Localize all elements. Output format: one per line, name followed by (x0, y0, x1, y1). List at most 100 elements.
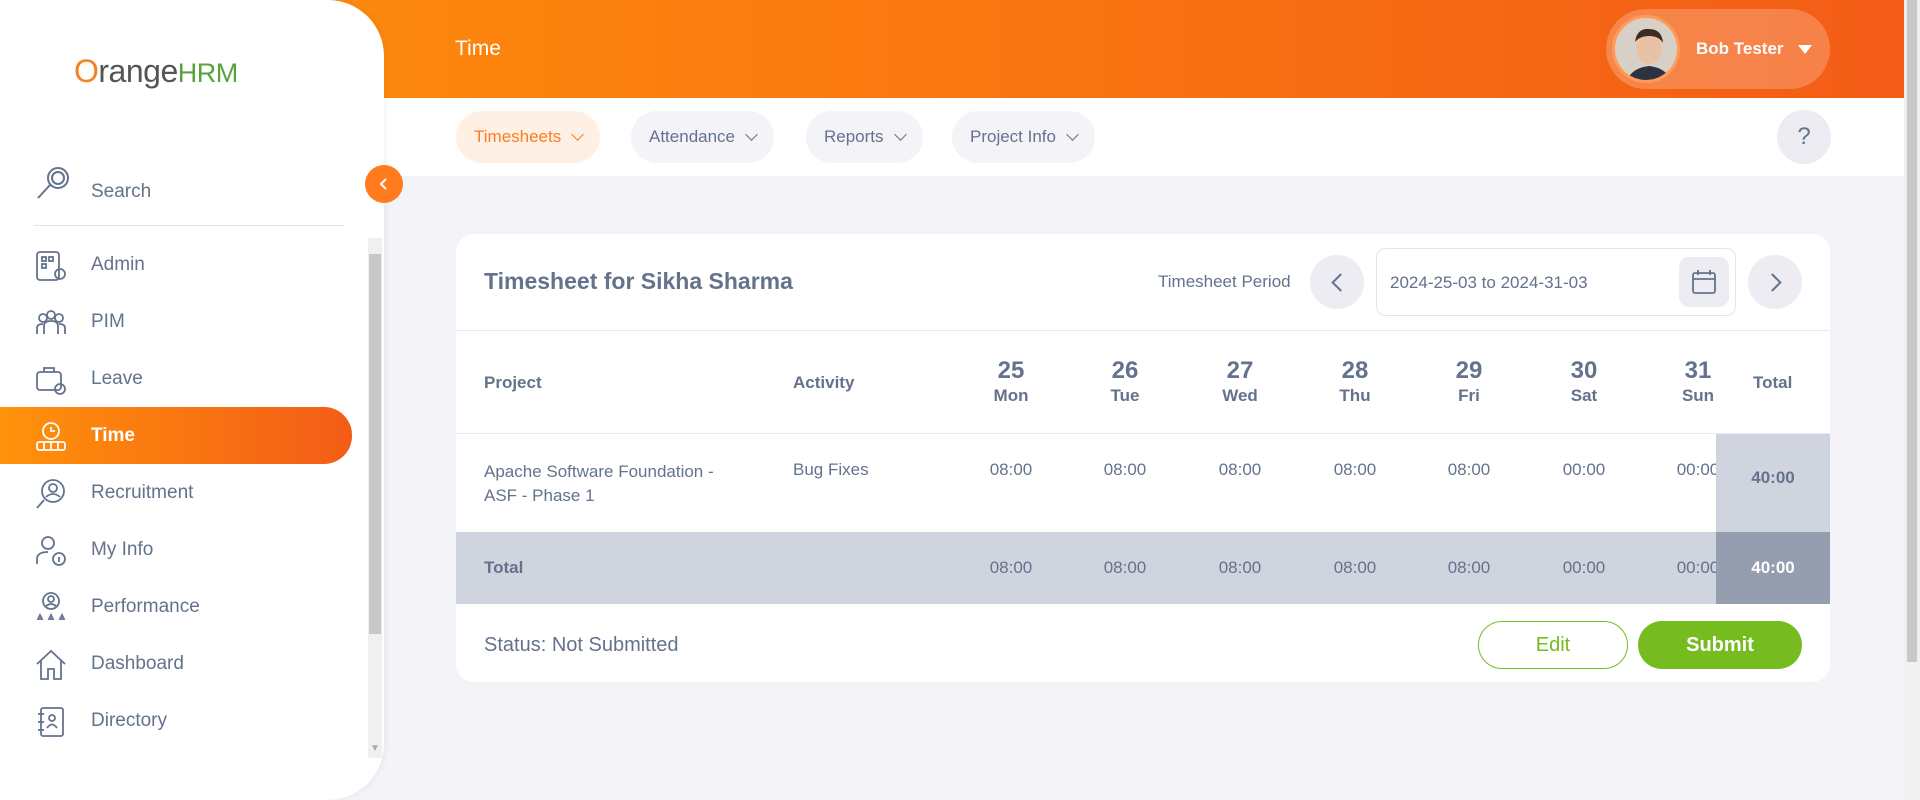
module-title: Time (455, 37, 501, 60)
table-row: Apache Software Foundation - ASF - Phase… (456, 434, 1830, 532)
home-icon (34, 648, 68, 682)
column-day: 28 Thu (1315, 357, 1395, 407)
column-total: Total (1753, 373, 1793, 392)
sidebar-item-time[interactable]: Time (0, 407, 352, 464)
column-project: Project (484, 373, 542, 392)
time-icon (34, 420, 68, 454)
status-text: Status: Not Submitted (484, 634, 679, 656)
column-day: 31 Sun (1658, 357, 1738, 407)
day-name: Mon (993, 386, 1029, 405)
logo-hrm: HRM (177, 57, 239, 88)
chevron-left-icon (1330, 272, 1350, 292)
sidebar-item-label: Time (91, 425, 136, 446)
recruitment-icon (34, 477, 68, 511)
sidebar-search[interactable]: Search (34, 160, 344, 226)
total-hours-cell: 08:00 (1218, 558, 1262, 577)
caret-down-icon (1798, 45, 1812, 54)
chevron-down-icon (745, 128, 758, 141)
help-button[interactable]: ? (1777, 110, 1831, 164)
logo-text: range (98, 52, 178, 89)
chevron-right-icon (1762, 272, 1782, 292)
tab-label: Reports (824, 127, 884, 146)
period-date-field[interactable]: 2024-25-03 to 2024-31-03 (1376, 248, 1736, 316)
search-icon (34, 164, 72, 202)
logo-o: O (74, 52, 99, 89)
sidebar-item-dashboard[interactable]: Dashboard (0, 635, 352, 692)
sidebar: OrangeHRM Search Admin PIM Leave Time Re… (0, 0, 384, 800)
edit-button[interactable]: Edit (1478, 621, 1628, 669)
page-title: Timesheet for Sikha Sharma (484, 268, 793, 294)
sidebar-item-label: Directory (91, 710, 168, 731)
day-name: Fri (1458, 386, 1480, 405)
tab-project-info[interactable]: Project Info (952, 111, 1095, 163)
sidebar-item-label: Performance (91, 596, 200, 617)
project-cell: Apache Software Foundation - ASF - Phase… (484, 460, 714, 508)
sidebar-item-label: Recruitment (91, 482, 194, 503)
sidebar-item-leave[interactable]: Leave (0, 350, 352, 407)
day-name: Thu (1339, 386, 1371, 405)
sidebar-item-pim[interactable]: PIM (0, 293, 352, 350)
sidebar-item-performance[interactable]: Performance (0, 578, 352, 635)
sidebar-item-admin[interactable]: Admin (0, 236, 352, 293)
sidebar-item-label: My Info (91, 539, 154, 560)
total-hours-cell: 08:00 (989, 558, 1033, 577)
column-day: 30 Sat (1544, 357, 1624, 407)
grand-total-cell: 40:00 (1716, 532, 1830, 604)
directory-icon (34, 705, 68, 739)
collapse-sidebar-button[interactable] (365, 165, 403, 203)
column-day: 27 Wed (1200, 357, 1280, 407)
day-number: 31 (1684, 357, 1712, 384)
submit-button[interactable]: Submit (1638, 621, 1802, 669)
next-period-button[interactable] (1748, 255, 1802, 309)
period-label: Timesheet Period (1158, 272, 1291, 291)
sidebar-item-label: Admin (91, 254, 145, 275)
sidebar-item-directory[interactable]: Directory (0, 692, 352, 749)
admin-icon (34, 249, 68, 283)
user-name: Bob Tester (1696, 39, 1784, 58)
hours-cell: 08:00 (989, 460, 1033, 479)
day-number: 28 (1341, 357, 1369, 384)
day-name: Sun (1681, 386, 1715, 405)
top-subnav: Timesheets Attendance Reports Project In… (384, 98, 1904, 176)
tab-timesheets[interactable]: Timesheets (456, 111, 601, 163)
day-name: Wed (1222, 386, 1258, 405)
hours-cell: 08:00 (1333, 460, 1377, 479)
sidebar-item-label: PIM (91, 311, 125, 332)
tab-reports[interactable]: Reports (806, 111, 923, 163)
chevron-down-icon (893, 128, 907, 141)
day-number: 26 (1111, 357, 1139, 384)
tab-attendance[interactable]: Attendance (631, 111, 775, 163)
leave-icon (34, 363, 68, 397)
totals-label: Total (484, 558, 524, 577)
scrollbar-thumb[interactable] (1907, 0, 1917, 662)
tab-label: Project Info (970, 127, 1056, 146)
scroll-down-arrow-icon[interactable]: ▼ (370, 743, 380, 754)
previous-period-button[interactable] (1310, 255, 1364, 309)
user-dropdown[interactable]: Bob Tester (1606, 9, 1830, 89)
chevron-down-icon (571, 128, 585, 141)
column-day: 25 Mon (971, 357, 1051, 407)
sidebar-item-my-info[interactable]: My Info (0, 521, 352, 578)
calendar-icon[interactable] (1679, 257, 1729, 307)
pim-icon (34, 306, 68, 340)
page-scrollbar[interactable] (1904, 0, 1920, 800)
sidebar-item-recruitment[interactable]: Recruitment (0, 464, 352, 521)
sidebar-item-label: Leave (91, 368, 143, 389)
chevron-left-icon (379, 178, 387, 190)
day-number: 29 (1455, 357, 1483, 384)
tab-label: Attendance (649, 127, 736, 146)
tab-label: Timesheets (474, 127, 562, 146)
orangehrm-logo: OrangeHRM (74, 46, 238, 96)
total-hours-cell: 08:00 (1103, 558, 1147, 577)
total-hours-cell: 08:00 (1447, 558, 1491, 577)
performance-icon (34, 591, 68, 625)
column-day: 29 Fri (1429, 357, 1509, 407)
table-header: Project Activity 25 Mon 26 Tue 27 Wed 28 Thu… (456, 330, 1830, 434)
total-hours-cell: 08:00 (1333, 558, 1377, 577)
scrollbar-thumb[interactable] (369, 254, 381, 634)
hours-cell: 08:00 (1218, 460, 1262, 479)
sidebar-scrollbar[interactable]: ▼ (368, 238, 382, 758)
search-label: Search (91, 181, 152, 202)
avatar (1612, 15, 1680, 83)
hours-cell: 08:00 (1447, 460, 1491, 479)
